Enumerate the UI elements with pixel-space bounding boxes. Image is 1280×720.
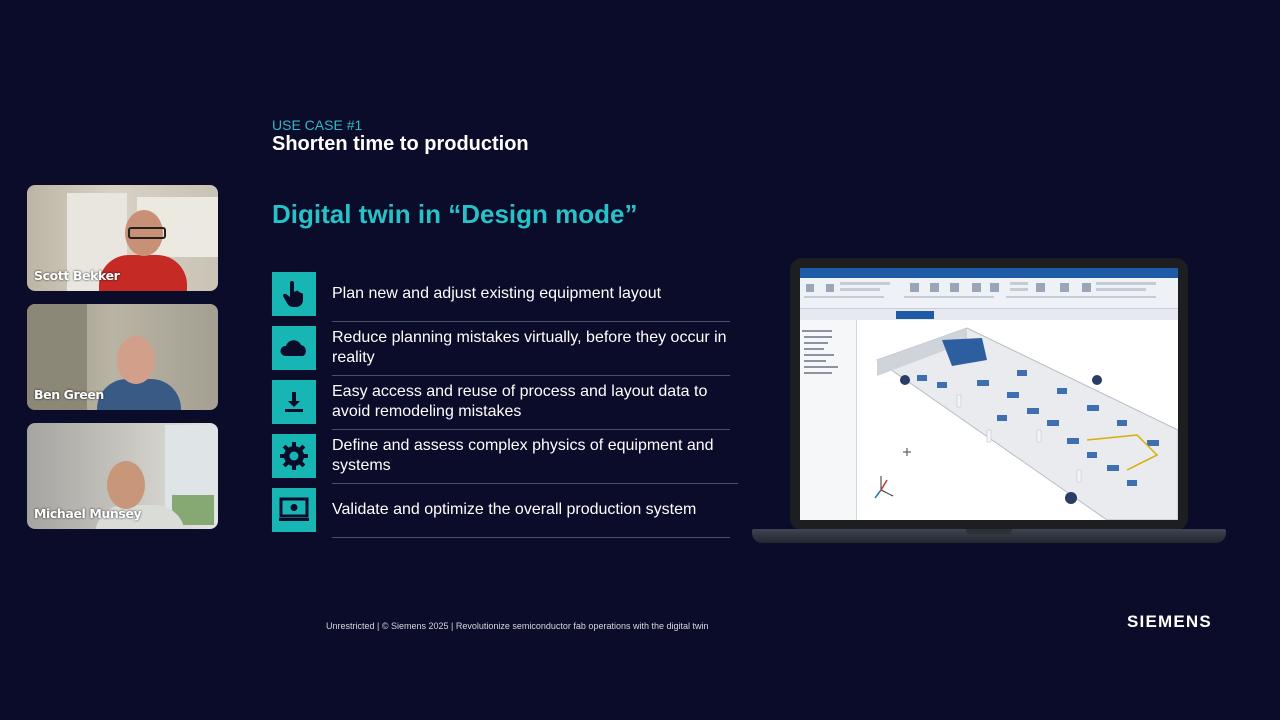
feature-item: Plan new and adjust existing equipment l… xyxy=(272,268,738,322)
ribbon-tabs xyxy=(800,268,1178,278)
use-case-label: USE CASE #1 xyxy=(272,117,363,133)
divider xyxy=(332,537,730,538)
feature-item: Reduce planning mistakes virtually, befo… xyxy=(272,322,738,376)
participant-tile-scott-bekker[interactable]: Scott Bekker xyxy=(27,185,218,291)
laptop-base xyxy=(752,529,1226,543)
participant-name: Michael Munsey xyxy=(34,506,142,521)
slide-footer: Unrestricted | © Siemens 2025 | Revoluti… xyxy=(326,621,709,631)
slide-headline: Digital twin in “Design mode” xyxy=(272,199,638,229)
participant-name: Ben Green xyxy=(34,387,104,402)
feature-text: Reduce planning mistakes virtually, befo… xyxy=(332,329,727,366)
laptop-screen-software-ui xyxy=(800,268,1178,520)
participant-name: Scott Bekker xyxy=(34,268,120,283)
feature-text: Validate and optimize the overall produc… xyxy=(332,501,697,518)
participant-tile-ben-green[interactable]: Ben Green xyxy=(27,304,218,410)
laptop-notch xyxy=(966,529,1012,534)
hand-pointer-icon xyxy=(272,272,316,316)
laptop-mockup xyxy=(752,258,1226,548)
cloud-icon xyxy=(272,326,316,370)
feature-item: Easy access and reuse of process and lay… xyxy=(272,376,738,430)
slide-subtitle: Shorten time to production xyxy=(272,133,529,155)
object-tree-panel xyxy=(800,320,857,520)
download-icon xyxy=(272,380,316,424)
feature-item: Validate and optimize the overall produc… xyxy=(272,484,738,538)
document-tab-bar xyxy=(800,309,1178,320)
ribbon-toolbar xyxy=(800,278,1178,309)
siemens-logo: SIEMENS xyxy=(1127,612,1212,631)
feature-text: Plan new and adjust existing equipment l… xyxy=(332,285,662,302)
participant-tile-michael-munsey[interactable]: Michael Munsey xyxy=(27,423,218,529)
feature-item: Define and assess complex physics of equ… xyxy=(272,430,738,484)
feature-text: Define and assess complex physics of equ… xyxy=(332,437,714,474)
feature-text: Easy access and reuse of process and lay… xyxy=(332,383,708,420)
feature-list: Plan new and adjust existing equipment l… xyxy=(272,268,738,538)
factory-3d-view xyxy=(857,320,1178,520)
gear-icon xyxy=(272,434,316,478)
monitor-gear-icon xyxy=(272,488,316,532)
